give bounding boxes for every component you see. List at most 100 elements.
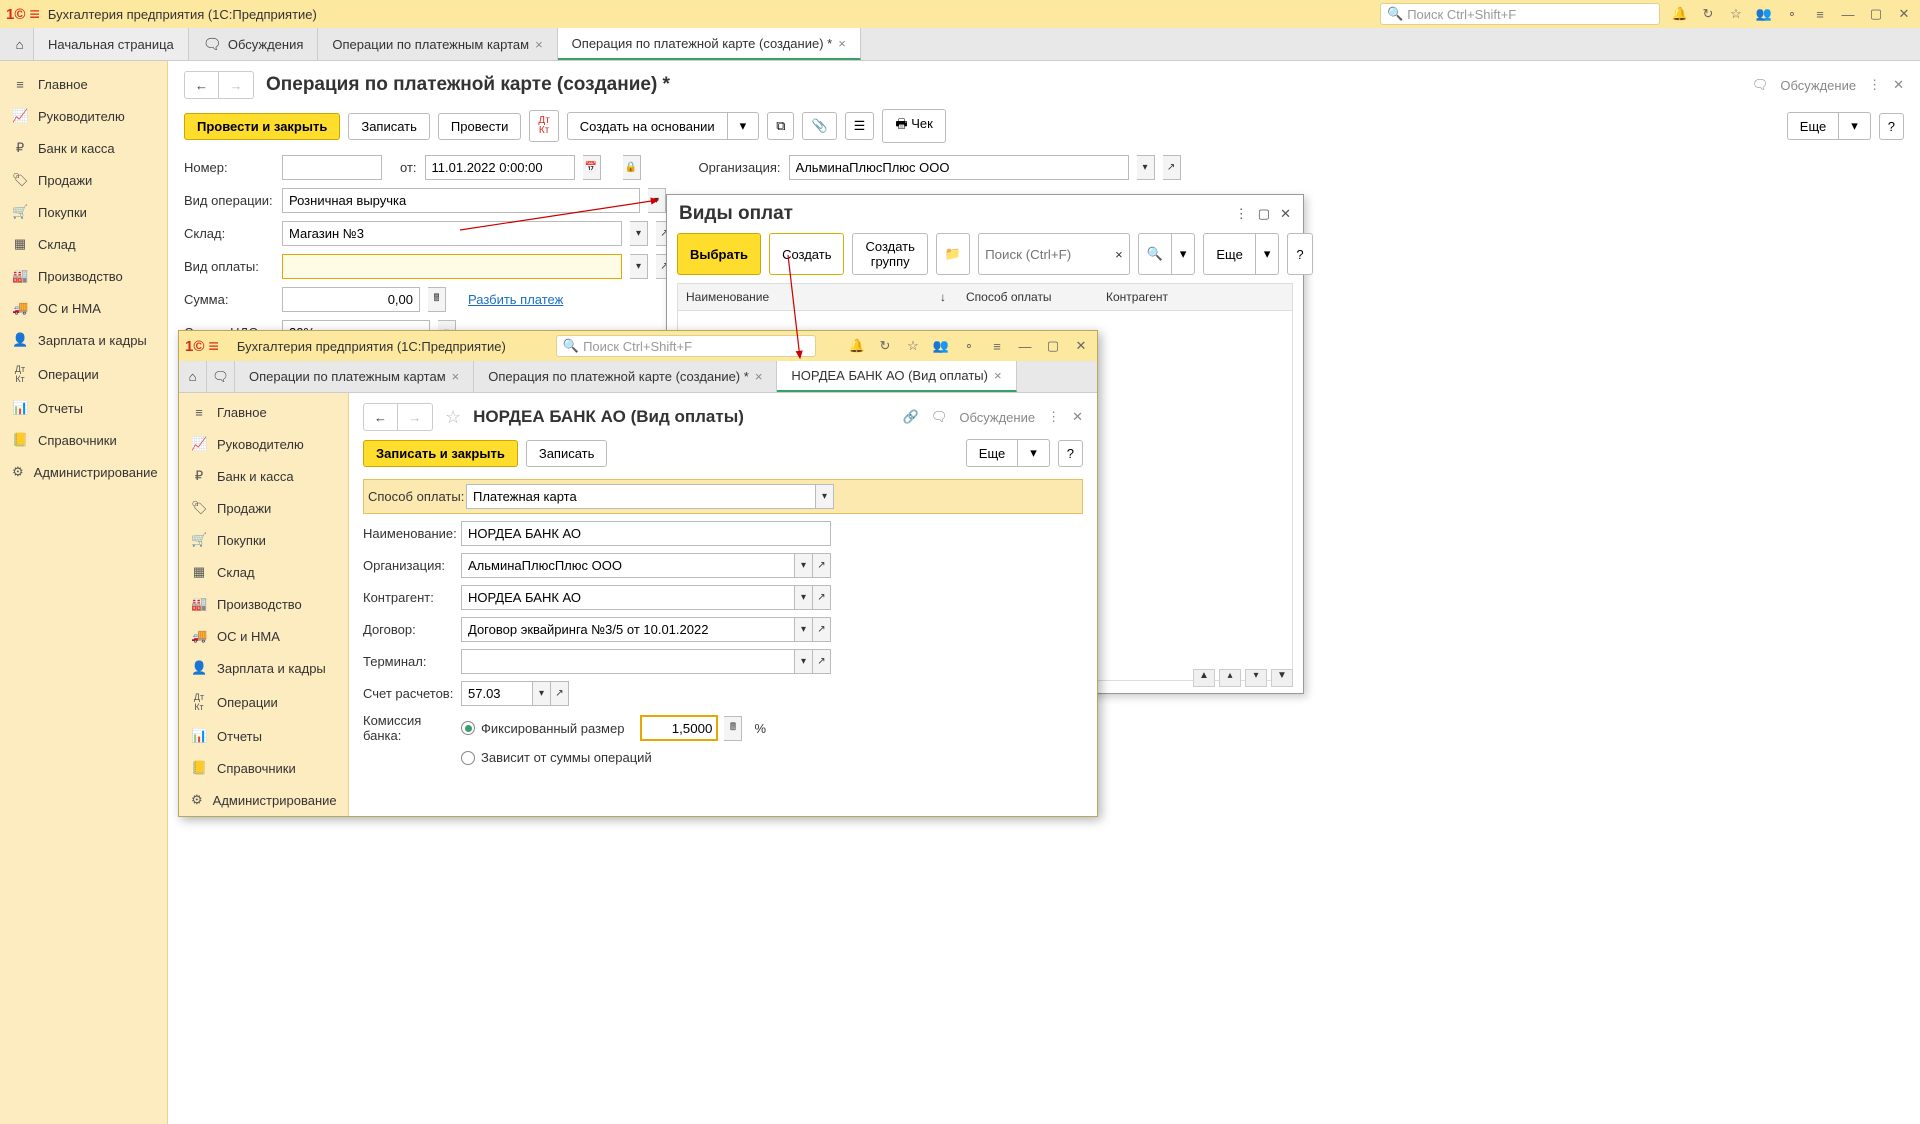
radio-fixed[interactable] xyxy=(461,721,475,735)
copy-icon-button[interactable]: ⧉ xyxy=(767,112,794,140)
sidebar-item-bank[interactable]: ₽Банк и касса xyxy=(0,132,167,164)
star-icon[interactable]: ☆ xyxy=(903,338,923,354)
scroll-up-icon[interactable]: ▴ xyxy=(1219,669,1241,687)
sort-icon[interactable]: ↓ xyxy=(940,290,946,304)
dot-icon[interactable]: ∘ xyxy=(959,338,979,354)
popup-more-button[interactable]: Еще xyxy=(1203,233,1255,275)
hamburger-icon[interactable]: ≡ xyxy=(208,336,219,357)
popup-help-button[interactable]: ? xyxy=(1287,233,1312,275)
sidebar-item-bank[interactable]: ₽Банк и касса xyxy=(179,460,348,492)
sidebar-item-operations[interactable]: ДтКтОперации xyxy=(179,684,348,720)
history-icon[interactable]: ↻ xyxy=(875,338,895,354)
lock-icon[interactable]: 🔒 xyxy=(623,155,641,180)
history-icon[interactable]: ↻ xyxy=(1698,6,1718,22)
inner-nav-forward[interactable]: → xyxy=(398,404,432,430)
scroll-bottom-icon[interactable]: ▼ xyxy=(1271,669,1293,687)
contract-input[interactable] xyxy=(461,617,795,642)
sidebar-item-sales[interactable]: 🏷Продажи xyxy=(0,164,167,196)
open-icon[interactable]: ↗ xyxy=(813,649,831,674)
close-icon[interactable]: ✕ xyxy=(1072,409,1083,425)
close-icon[interactable]: × xyxy=(755,369,763,384)
sidebar-item-refs[interactable]: 📒Справочники xyxy=(0,424,167,456)
inner-write-button[interactable]: Записать xyxy=(526,440,608,467)
dropdown-icon[interactable]: ▾ xyxy=(795,585,813,610)
scroll-top-icon[interactable]: ▲ xyxy=(1193,669,1215,687)
terminal-input[interactable] xyxy=(461,649,795,674)
open-icon[interactable]: ↗ xyxy=(813,617,831,642)
close-icon[interactable]: ✕ xyxy=(1071,338,1091,354)
link-icon[interactable]: 🔗 xyxy=(903,409,919,425)
inner-discuss-tab[interactable]: 🗨 xyxy=(207,361,235,392)
discuss-icon[interactable]: 🗨 xyxy=(931,409,948,425)
sidebar-item-assets[interactable]: 🚚ОС и НМА xyxy=(0,292,167,324)
inner-nav-back[interactable]: ← xyxy=(364,404,398,430)
calculator-icon[interactable]: 🖩 xyxy=(428,287,446,312)
name-input[interactable] xyxy=(461,521,831,546)
create-group-button[interactable]: Создать группу xyxy=(852,233,927,275)
maximize-icon[interactable]: ▢ xyxy=(1258,206,1270,222)
tab-card-operations[interactable]: Операции по платежным картам × xyxy=(318,28,557,60)
tab-start-page[interactable]: Начальная страница xyxy=(34,28,189,60)
scroll-down-icon[interactable]: ▾ xyxy=(1245,669,1267,687)
minimize-icon[interactable]: — xyxy=(1015,339,1035,354)
org-input[interactable] xyxy=(789,155,1129,180)
inner-tab-1[interactable]: Операции по платежным картам× xyxy=(235,361,474,392)
home-tab[interactable]: ⌂ xyxy=(6,28,34,60)
sidebar-item-main[interactable]: ≡Главное xyxy=(179,397,348,428)
sidebar-item-manager[interactable]: 📈Руководителю xyxy=(0,100,167,132)
sidebar-item-production[interactable]: 🏭Производство xyxy=(179,588,348,620)
dot-icon[interactable]: ∘ xyxy=(1782,6,1802,22)
create-based-button[interactable]: Создать на основании xyxy=(567,112,728,140)
kebab-icon[interactable]: ⋮ xyxy=(1047,409,1060,425)
users-icon[interactable]: 👥 xyxy=(931,338,951,354)
clear-icon[interactable]: × xyxy=(1109,247,1129,262)
sidebar-item-admin[interactable]: ⚙Администрирование xyxy=(0,456,167,488)
maximize-icon[interactable]: ▢ xyxy=(1043,338,1063,354)
sidebar-item-purchases[interactable]: 🛒Покупки xyxy=(179,524,348,556)
post-button[interactable]: Провести xyxy=(438,113,522,140)
close-icon[interactable]: × xyxy=(838,36,846,51)
counterparty-input[interactable] xyxy=(461,585,795,610)
dtkt-button[interactable]: ДтКт xyxy=(529,110,558,142)
number-input[interactable] xyxy=(282,155,382,180)
popup-search-input[interactable] xyxy=(979,244,1109,265)
nav-forward-button[interactable]: → xyxy=(219,72,253,98)
minimize-icon[interactable]: — xyxy=(1838,7,1858,22)
star-icon[interactable]: ☆ xyxy=(1726,6,1746,22)
col-method[interactable]: Способ оплаты xyxy=(966,290,1106,304)
select-button[interactable]: Выбрать xyxy=(677,233,761,275)
write-button[interactable]: Записать xyxy=(348,113,430,140)
global-search-input[interactable]: 🔍 Поиск Ctrl+Shift+F xyxy=(1380,3,1660,25)
sum-input[interactable] xyxy=(282,287,420,312)
split-payment-link[interactable]: Разбить платеж xyxy=(468,292,563,307)
settings-lines-icon[interactable]: ≡ xyxy=(1810,7,1830,22)
more-button[interactable]: Еще xyxy=(1787,112,1839,140)
open-icon[interactable]: ↗ xyxy=(813,585,831,610)
list-icon-button[interactable]: ☰ xyxy=(845,112,875,140)
help-button[interactable]: ? xyxy=(1879,113,1904,140)
inner-tab-3[interactable]: НОРДЕА БАНК АО (Вид оплаты)× xyxy=(777,361,1016,392)
inner-tab-2[interactable]: Операция по платежной карте (создание) *… xyxy=(474,361,777,392)
col-counterparty[interactable]: Контрагент xyxy=(1106,290,1188,304)
bell-icon[interactable]: 🔔 xyxy=(847,338,867,354)
sidebar-item-reports[interactable]: 📊Отчеты xyxy=(0,392,167,424)
close-icon[interactable]: × xyxy=(994,368,1002,383)
sidebar-item-main[interactable]: ≡Главное xyxy=(0,69,167,100)
sidebar-item-operations[interactable]: ДтКтОперации xyxy=(0,356,167,392)
create-button[interactable]: Создать xyxy=(769,233,844,275)
inner-discuss-label[interactable]: Обсуждение xyxy=(959,410,1035,425)
sidebar-item-reports[interactable]: 📊Отчеты xyxy=(179,720,348,752)
inner-home-tab[interactable]: ⌂ xyxy=(179,361,207,392)
inner-search-input[interactable]: 🔍 Поиск Ctrl+Shift+F xyxy=(556,335,816,357)
dropdown-icon[interactable]: ▾ xyxy=(630,254,648,279)
sidebar-item-manager[interactable]: 📈Руководителю xyxy=(179,428,348,460)
tab-discussions[interactable]: 🗨 Обсуждения xyxy=(189,28,319,60)
close-icon[interactable]: ✕ xyxy=(1280,206,1291,222)
pay-type-input[interactable] xyxy=(282,254,622,279)
star-outline-icon[interactable]: ☆ xyxy=(445,407,461,428)
inner-help-button[interactable]: ? xyxy=(1058,440,1083,467)
date-input[interactable] xyxy=(425,155,575,180)
save-close-button[interactable]: Записать и закрыть xyxy=(363,440,518,467)
search-icon-button[interactable]: 🔍 xyxy=(1138,233,1172,275)
method-input[interactable] xyxy=(466,484,816,509)
